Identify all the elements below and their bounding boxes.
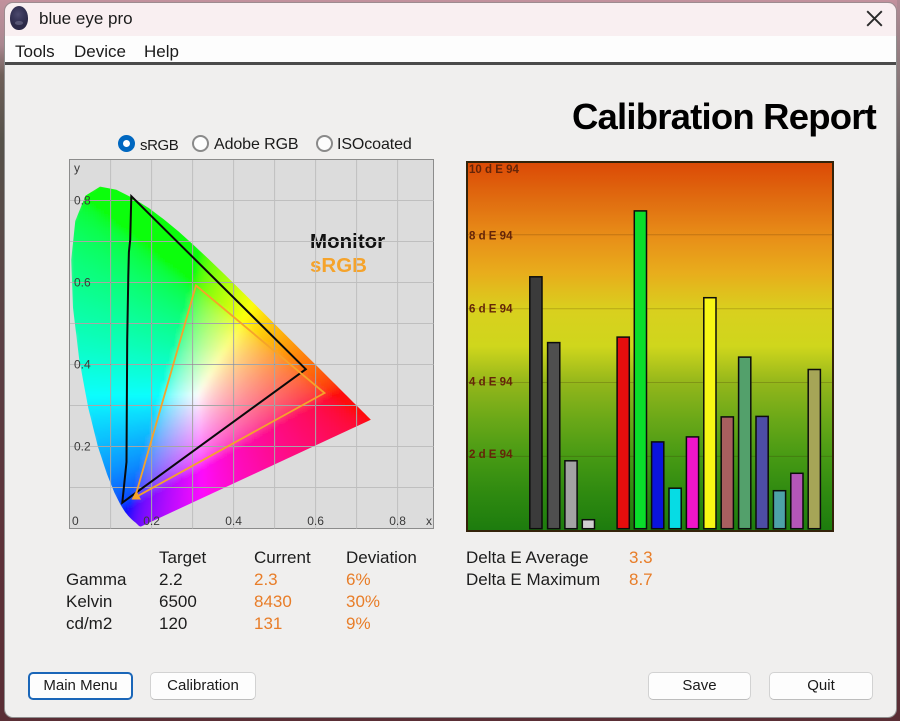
svg-text:x: x xyxy=(426,514,432,528)
svg-text:0.4: 0.4 xyxy=(225,514,242,528)
svg-text:0.8: 0.8 xyxy=(389,514,406,528)
svg-text:0.2: 0.2 xyxy=(74,440,91,454)
svg-text:4 d E 94: 4 d E 94 xyxy=(469,376,513,388)
svg-text:6 d E 94: 6 d E 94 xyxy=(469,303,513,315)
svg-text:0.6: 0.6 xyxy=(307,514,324,528)
svg-text:10 d E 94: 10 d E 94 xyxy=(469,164,519,176)
svg-text:8 d E 94: 8 d E 94 xyxy=(469,231,513,243)
svg-text:2 d E 94: 2 d E 94 xyxy=(469,449,513,461)
svg-text:0: 0 xyxy=(72,514,79,528)
svg-text:y: y xyxy=(74,161,80,175)
